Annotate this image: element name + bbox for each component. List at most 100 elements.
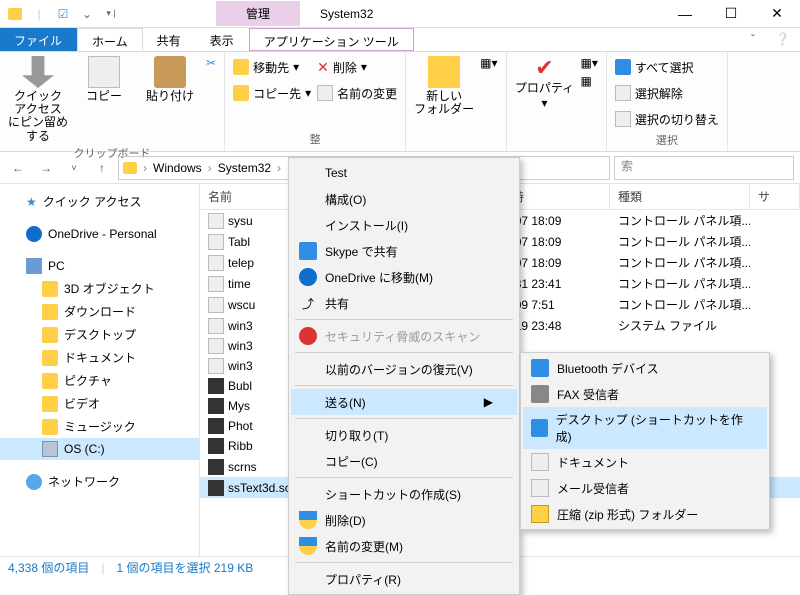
window-title: System32 [320, 7, 373, 21]
menu-item[interactable]: セキュリティ脅威のスキャン [291, 323, 517, 349]
qat-dropdown-icon[interactable]: ▾ | [100, 3, 122, 25]
crumb-system32[interactable]: System32 [218, 161, 271, 175]
menu-item[interactable]: インストール(I) [291, 212, 517, 238]
tab-app-tools[interactable]: アプリケーション ツール [249, 28, 414, 51]
maximize-button[interactable]: ☐ [708, 0, 754, 28]
menu-item[interactable]: 切り取り(T) [291, 422, 517, 448]
file-name: Mys [228, 399, 250, 413]
moveto-button[interactable]: 移動先 ▾ [233, 56, 311, 78]
nav-pc-item[interactable]: ミュージック [0, 415, 199, 438]
tab-file[interactable]: ファイル [0, 28, 77, 51]
menu-item[interactable]: Bluetooth デバイス [523, 355, 767, 381]
file-icon [208, 459, 224, 475]
group-new: 新しい フォルダー ▦▾ [406, 52, 506, 151]
nav-onedrive[interactable]: OneDrive - Personal [0, 223, 199, 245]
file-name: scrns [228, 460, 257, 474]
tab-view[interactable]: 表示 [196, 28, 249, 51]
select-none-button[interactable]: 選択解除 [615, 82, 719, 104]
new-folder-button[interactable]: 新しい フォルダー [414, 56, 474, 116]
menu-icon [531, 359, 549, 377]
cut-icon[interactable]: ✂ [206, 56, 216, 70]
title-bar: | ☑ ⌄ ▾ | 管理 System32 ― ☐ ✕ [0, 0, 800, 28]
minimize-button[interactable]: ― [662, 0, 708, 28]
nav-network-label: ネットワーク [48, 473, 120, 490]
up-button[interactable]: ↑ [90, 156, 114, 180]
history-dropdown[interactable]: ˅ [62, 156, 86, 180]
menu-item-label: インストール(I) [325, 217, 408, 234]
group-new-label [414, 145, 497, 151]
file-icon [208, 255, 224, 271]
copy-label: コピー [86, 90, 122, 103]
menu-item[interactable]: Test [291, 160, 517, 186]
nav-pc-item[interactable]: ピクチャ [0, 369, 199, 392]
help-icon[interactable]: ❔ [765, 28, 800, 51]
sendto-submenu: Bluetooth デバイスFAX 受信者デスクトップ (ショートカットを作成)… [520, 352, 770, 530]
file-icon [208, 378, 224, 394]
close-button[interactable]: ✕ [754, 0, 800, 28]
menu-icon [531, 505, 549, 523]
folder-icon [42, 419, 58, 435]
select-all-button[interactable]: すべて選択 [615, 56, 719, 78]
menu-icon [531, 479, 549, 497]
nav-pc-item[interactable]: OS (C:) [0, 438, 199, 460]
nav-pc-item[interactable]: デスクトップ [0, 323, 199, 346]
menu-item[interactable]: Skype で共有 [291, 238, 517, 264]
menu-item[interactable]: ショートカットの作成(S) [291, 481, 517, 507]
paste-button[interactable]: 貼り付け [140, 56, 200, 103]
copyto-button[interactable]: コピー先 ▾ [233, 82, 311, 104]
menu-icon [299, 268, 317, 286]
col-size[interactable]: サ [750, 184, 800, 209]
menu-item[interactable]: 送る(N)▶ [291, 389, 517, 415]
back-button[interactable]: ← [6, 156, 30, 180]
open-icon[interactable]: ▦▾ [581, 56, 598, 70]
menu-item[interactable]: OneDrive に移動(M) [291, 264, 517, 290]
group-select-label: 選択 [615, 130, 719, 152]
qat-overflow-icon[interactable]: ⌄ [76, 3, 98, 25]
check-icon[interactable]: ☑ [52, 3, 74, 25]
tab-home[interactable]: ホーム [77, 28, 143, 51]
collapse-ribbon-icon[interactable]: ˇ [741, 28, 765, 51]
edit-icon[interactable]: ▦ [581, 74, 598, 88]
menu-item[interactable]: FAX 受信者 [523, 381, 767, 407]
menu-item[interactable]: 圧縮 (zip 形式) フォルダー [523, 501, 767, 527]
menu-item[interactable]: ⤴共有 [291, 290, 517, 316]
ribbon-tabs: ファイル ホーム 共有 表示 アプリケーション ツール ˇ ❔ [0, 28, 800, 52]
delete-button[interactable]: ✕削除 ▾ [317, 56, 397, 78]
forward-button[interactable]: → [34, 156, 58, 180]
copy-button[interactable]: コピー [74, 56, 134, 103]
moveto-label: 移動先 [253, 59, 289, 76]
invert-selection-button[interactable]: 選択の切り替え [615, 108, 719, 130]
nav-pc[interactable]: PC [0, 255, 199, 277]
menu-item[interactable]: 削除(D) [291, 507, 517, 533]
selectinv-label: 選択の切り替え [635, 111, 719, 128]
nav-pc-item[interactable]: 3D オブジェクト [0, 277, 199, 300]
menu-item[interactable]: ドキュメント [523, 449, 767, 475]
group-clipboard: クイック アクセス にピン留めする コピー 貼り付け ✂ クリップボード [0, 52, 225, 151]
menu-item[interactable]: 名前の変更(M) [291, 533, 517, 559]
menu-item[interactable]: デスクトップ (ショートカットを作成) [523, 407, 767, 449]
nav-pc-item[interactable]: ドキュメント [0, 346, 199, 369]
nav-pc-item[interactable]: ダウンロード [0, 300, 199, 323]
col-type[interactable]: 種類 [610, 184, 750, 209]
rename-button[interactable]: 名前の変更 [317, 82, 397, 104]
menu-item-label: Test [325, 166, 347, 180]
menu-item[interactable]: プロパティ(R) [291, 566, 517, 592]
properties-button[interactable]: ✔プロパティ▾ [515, 56, 575, 111]
nav-pc-item[interactable]: ビデオ [0, 392, 199, 415]
menu-item[interactable]: 以前のバージョンの復元(V) [291, 356, 517, 382]
nav-network[interactable]: ネットワーク [0, 470, 199, 493]
pin-to-quick-access-button[interactable]: クイック アクセス にピン留めする [8, 56, 68, 143]
file-type: コントロール パネル項... [610, 210, 750, 231]
nav-quick-access[interactable]: ★クイック アクセス [0, 190, 199, 213]
menu-item[interactable]: 構成(O) [291, 186, 517, 212]
crumb-windows[interactable]: Windows [153, 161, 202, 175]
menu-item[interactable]: メール受信者 [523, 475, 767, 501]
menu-item-label: デスクトップ (ショートカットを作成) [556, 411, 743, 445]
menu-item[interactable]: コピー(C) [291, 448, 517, 474]
new-item-icon[interactable]: ▦▾ [480, 56, 497, 70]
tab-share[interactable]: 共有 [143, 28, 196, 51]
clipboard-icon [154, 56, 186, 88]
search-input[interactable]: 索 [614, 156, 794, 180]
folder-icon [42, 350, 58, 366]
file-icon [208, 338, 224, 354]
